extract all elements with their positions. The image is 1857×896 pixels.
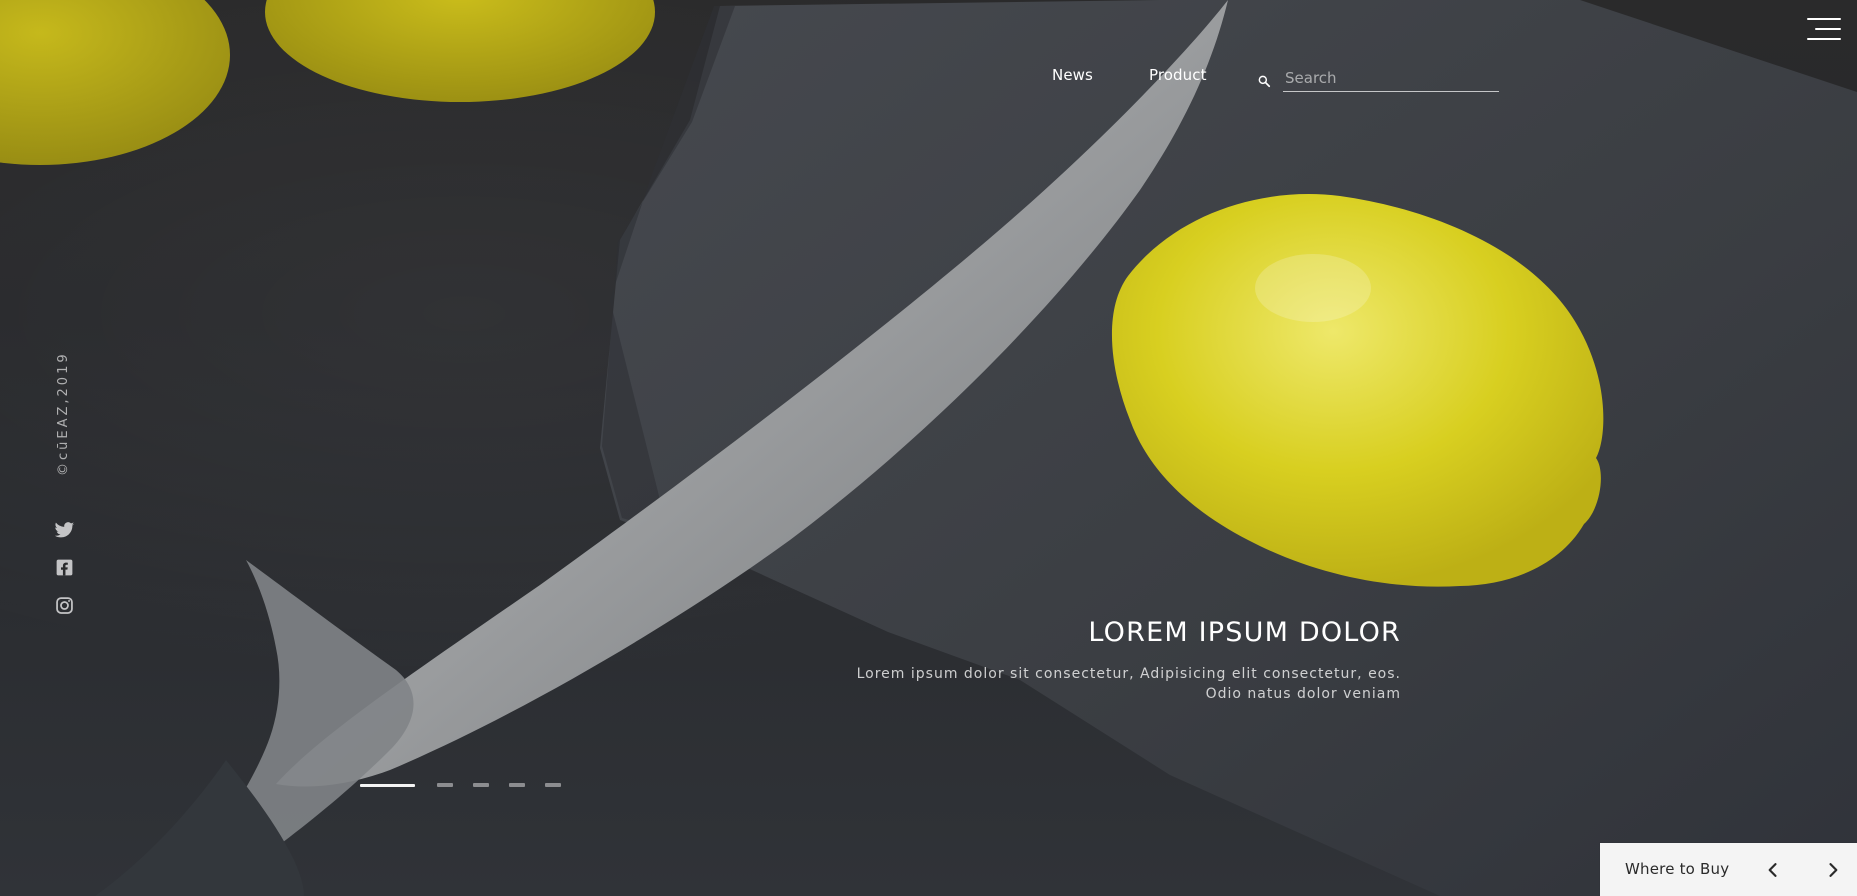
hero-description-line: Lorem ipsum dolor sit consectetur, Adipi…: [856, 666, 1401, 682]
menu-line-icon: [1815, 28, 1841, 30]
slide-indicator-5[interactable]: [545, 783, 561, 787]
search-icon[interactable]: [1257, 73, 1271, 87]
hamburger-menu-icon[interactable]: [1807, 14, 1841, 44]
hero-description: Lorem ipsum dolor sit consectetur, Adipi…: [857, 664, 1401, 704]
where-to-buy-label[interactable]: Where to Buy: [1625, 860, 1729, 878]
slider-indicators: [360, 783, 561, 787]
nav-product[interactable]: Product: [1149, 66, 1207, 84]
social-links: [54, 519, 75, 616]
chevron-left-icon[interactable]: [1763, 860, 1783, 880]
lemon-top-left: [0, 0, 230, 165]
where-to-buy-panel: Where to Buy: [1600, 843, 1857, 896]
hero-background: News Product ©cūEAZ,2019: [0, 0, 1857, 896]
slide-indicator-4[interactable]: [509, 783, 525, 787]
search-area: [1257, 67, 1499, 92]
hero-image: [0, 0, 1857, 896]
slide-indicator-1[interactable]: [360, 783, 415, 787]
menu-line-icon: [1807, 18, 1841, 20]
top-nav: News Product: [1052, 66, 1207, 84]
facebook-icon[interactable]: [54, 557, 75, 578]
search-input[interactable]: [1283, 67, 1499, 92]
lemon-top-center: [265, 0, 655, 102]
nav-news[interactable]: News: [1052, 66, 1093, 84]
hero-headline: LOREM IPSUM DOLOR: [1088, 617, 1401, 648]
twitter-icon[interactable]: [54, 519, 75, 540]
slide-indicator-2[interactable]: [437, 783, 453, 787]
copyright-text: ©cūEAZ,2019: [56, 351, 71, 476]
hero-description-line: Odio natus dolor veniam: [1205, 686, 1401, 702]
menu-line-icon: [1807, 38, 1841, 40]
instagram-icon[interactable]: [54, 595, 75, 616]
slide-indicator-3[interactable]: [473, 783, 489, 787]
chevron-right-icon[interactable]: [1823, 860, 1843, 880]
